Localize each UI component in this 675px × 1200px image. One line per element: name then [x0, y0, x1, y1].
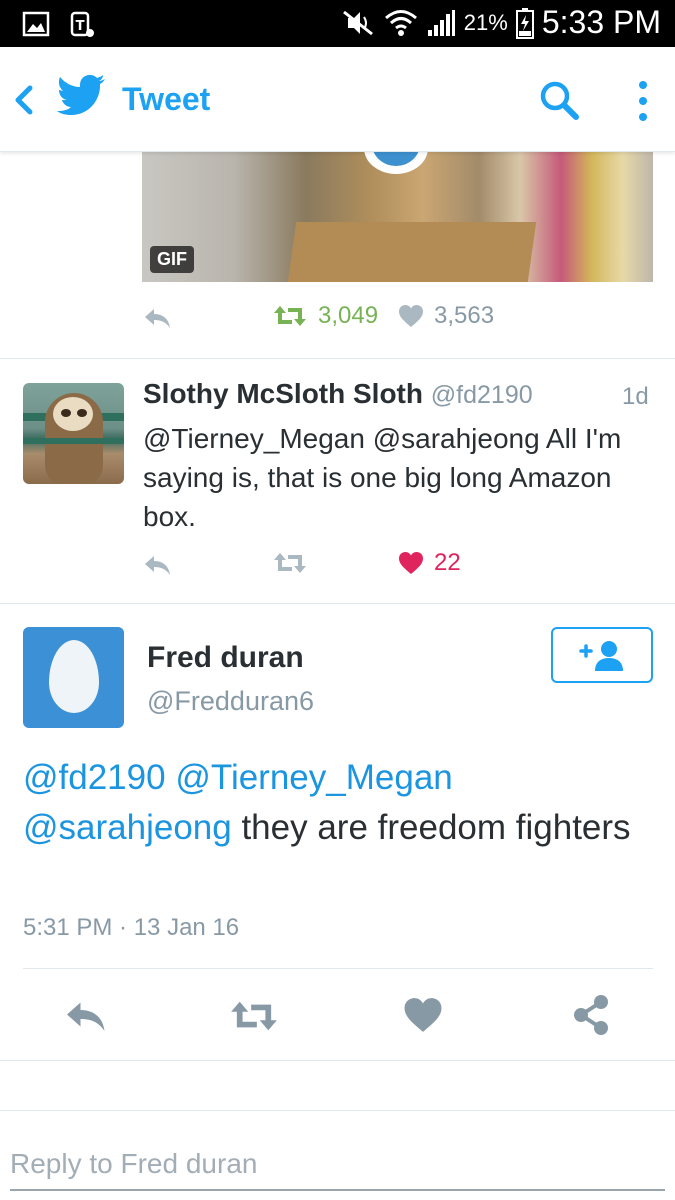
gif-badge: GIF	[150, 246, 194, 273]
heart-icon	[399, 305, 423, 327]
tweet-actions: 3,049 3,563	[142, 300, 653, 340]
media-content	[287, 222, 537, 282]
heart-icon	[399, 552, 423, 574]
tweet-author[interactable]: Slothy McSloth Sloth @fd2190	[143, 378, 533, 410]
like-button[interactable]: 22	[398, 549, 461, 577]
follow-button[interactable]	[551, 627, 653, 683]
back-arrow-icon[interactable]	[10, 82, 40, 118]
avatar[interactable]	[23, 383, 124, 484]
retweet-icon	[274, 306, 306, 326]
status-bar: T 21% 5:33 PM	[0, 0, 675, 47]
reply-icon	[145, 309, 170, 328]
mute-icon	[342, 10, 373, 35]
tweet-body: they are freedom fighters	[241, 808, 631, 847]
author-name: Slothy McSloth Sloth	[143, 378, 423, 409]
wifi-icon	[384, 9, 417, 36]
retweet-count: 3,049	[318, 302, 379, 329]
mention-link[interactable]: @Tierney_Megan	[175, 758, 452, 797]
svg-text:T: T	[76, 19, 85, 34]
battery-percentage: 21%	[463, 9, 508, 35]
tweet-text: @fd2190 @Tierney_Megan @sarahjeong they …	[23, 753, 653, 853]
reply-icon	[145, 556, 170, 575]
retweet-button[interactable]: 3,049	[272, 302, 378, 330]
clock: 5:33 PM	[541, 4, 661, 40]
like-button[interactable]: 3,563	[398, 302, 494, 330]
author-handle: @fd2190	[430, 381, 533, 409]
divider	[0, 603, 675, 604]
author-handle[interactable]: @Fredduran6	[147, 686, 314, 717]
mention-link[interactable]: @fd2190	[23, 758, 166, 797]
app-bar: Tweet	[0, 47, 675, 152]
author-name[interactable]: Fred duran	[147, 641, 304, 675]
follow-icon	[579, 641, 623, 671]
divider	[0, 1060, 675, 1061]
reply-button[interactable]	[142, 553, 172, 577]
tmobile-icon: T	[70, 11, 94, 37]
image-icon	[22, 11, 50, 37]
avatar[interactable]	[23, 627, 124, 728]
signal-icon	[427, 9, 455, 36]
twitter-bird-icon	[57, 75, 105, 115]
mention-link[interactable]: @sarahjeong	[23, 808, 232, 847]
divider	[23, 968, 653, 969]
egg-avatar-icon	[49, 640, 99, 713]
tweet-age: 1d	[622, 383, 649, 410]
battery-icon	[515, 7, 534, 39]
tweet-actions: 22	[142, 547, 653, 587]
reply-icon[interactable]	[62, 998, 108, 1034]
retweet-button[interactable]	[272, 549, 308, 577]
gif-media[interactable]: GIF	[142, 152, 653, 282]
page-title: Tweet	[122, 81, 211, 117]
more-vertical-icon[interactable]	[630, 79, 656, 123]
tweet-timestamp: 5:31 PM · 13 Jan 16	[23, 914, 240, 941]
play-button[interactable]	[364, 152, 428, 174]
like-count: 3,563	[434, 302, 495, 329]
reply-bar	[0, 1110, 675, 1200]
like-count: 22	[434, 549, 461, 576]
share-icon[interactable]	[571, 994, 611, 1036]
retweet-icon[interactable]	[228, 996, 280, 1036]
heart-icon[interactable]	[403, 996, 443, 1034]
tweet-text: @Tierney_Megan @sarahjeong All I'm sayin…	[143, 423, 622, 532]
divider	[0, 358, 675, 359]
focused-tweet-actions	[0, 990, 675, 1040]
search-icon[interactable]	[538, 79, 580, 121]
reply-input[interactable]	[10, 1139, 665, 1191]
reply-button[interactable]	[142, 306, 172, 330]
retweet-icon	[274, 553, 306, 573]
